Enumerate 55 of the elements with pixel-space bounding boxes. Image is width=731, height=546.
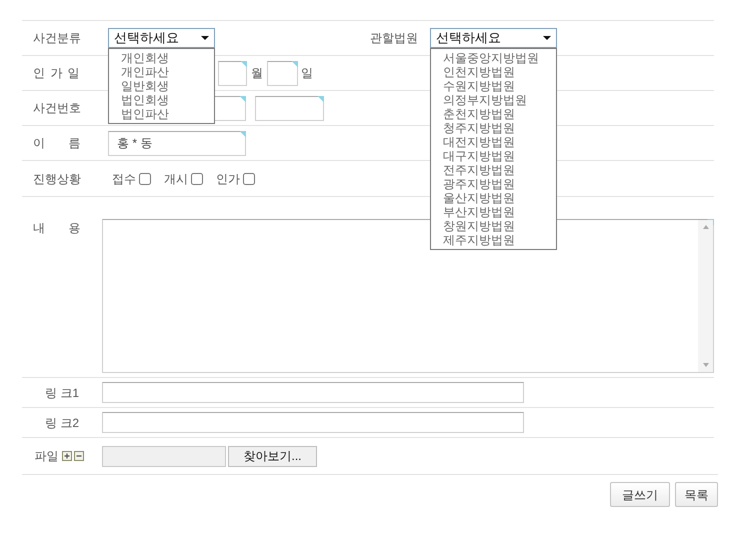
link-field[interactable]: [102, 412, 524, 433]
dropdown-option[interactable]: 법인파산: [121, 107, 214, 121]
file-path-field[interactable]: [102, 446, 226, 466]
field-label: 사건번호: [32, 100, 82, 117]
unit-label: 일: [301, 65, 313, 82]
dropdown-option[interactable]: 인천지방법원: [443, 65, 556, 79]
dropdown-option[interactable]: 전주지방법원: [443, 163, 556, 177]
field-label: 내 용: [32, 220, 82, 237]
text-field[interactable]: [255, 96, 324, 120]
dropdown-option[interactable]: 창원지방법원: [443, 219, 556, 233]
checkbox[interactable]: [139, 172, 151, 184]
text-field[interactable]: [267, 60, 298, 86]
dropdown-option[interactable]: 청주지방법원: [443, 121, 556, 135]
dropdown-option[interactable]: 대전지방법원: [443, 135, 556, 149]
field-label: 파일: [34, 448, 58, 465]
scrollbar[interactable]: [698, 220, 713, 372]
text-field[interactable]: 홍 * 동: [108, 130, 246, 156]
field-label: 사건분류: [32, 30, 82, 47]
dropdown-option[interactable]: 일반회생: [121, 79, 214, 93]
dropdown-option[interactable]: 대구지방법원: [443, 149, 556, 163]
dropdown-option[interactable]: 울산지방법원: [443, 191, 556, 205]
checkbox-label: 접수: [112, 170, 136, 188]
content-field[interactable]: [102, 219, 714, 373]
dropdown-option[interactable]: 광주지방법원: [443, 177, 556, 191]
dropdown-option[interactable]: 개인파산: [121, 65, 214, 79]
checkbox-label: 인가: [216, 170, 240, 188]
dropdown-select[interactable]: 선택하세요: [108, 28, 215, 48]
text-field[interactable]: [218, 60, 247, 86]
checkbox[interactable]: [191, 172, 203, 184]
dropdown-option[interactable]: 제주지방법원: [443, 233, 556, 247]
dropdown-option[interactable]: 법인회생: [121, 93, 214, 107]
dropdown-option[interactable]: 부산지방법원: [443, 205, 556, 219]
field-label: 관할법원: [370, 30, 419, 47]
link-field[interactable]: [102, 382, 524, 403]
field-label: 이 름: [32, 135, 82, 152]
dropdown-option[interactable]: 서울중앙지방법원: [443, 51, 556, 65]
field-label: 링 크1: [44, 384, 80, 402]
checkbox-label: 개시: [164, 170, 188, 188]
unit-label: 월: [251, 65, 263, 82]
dropdown-option[interactable]: 의정부지방법원: [443, 93, 556, 107]
checkbox[interactable]: [243, 172, 255, 184]
dropdown-option[interactable]: 개인회생: [121, 51, 214, 65]
field-label: 링 크2: [44, 414, 80, 432]
field-label: 진행상황: [32, 170, 82, 188]
write-button[interactable]: 글쓰기: [610, 482, 670, 507]
list-button[interactable]: 목록: [675, 482, 718, 507]
field-label: 인 가 일: [32, 65, 81, 82]
dropdown-option[interactable]: 춘천지방법원: [443, 107, 556, 121]
minus-icon[interactable]: [74, 451, 84, 461]
caret-icon: [543, 36, 551, 40]
browse-button[interactable]: 찾아보기...: [228, 446, 317, 466]
plus-icon[interactable]: [62, 451, 72, 461]
caret-icon: [201, 36, 209, 40]
dropdown-option[interactable]: 수원지방법원: [443, 79, 556, 93]
dropdown-select[interactable]: 선택하세요: [430, 28, 557, 48]
